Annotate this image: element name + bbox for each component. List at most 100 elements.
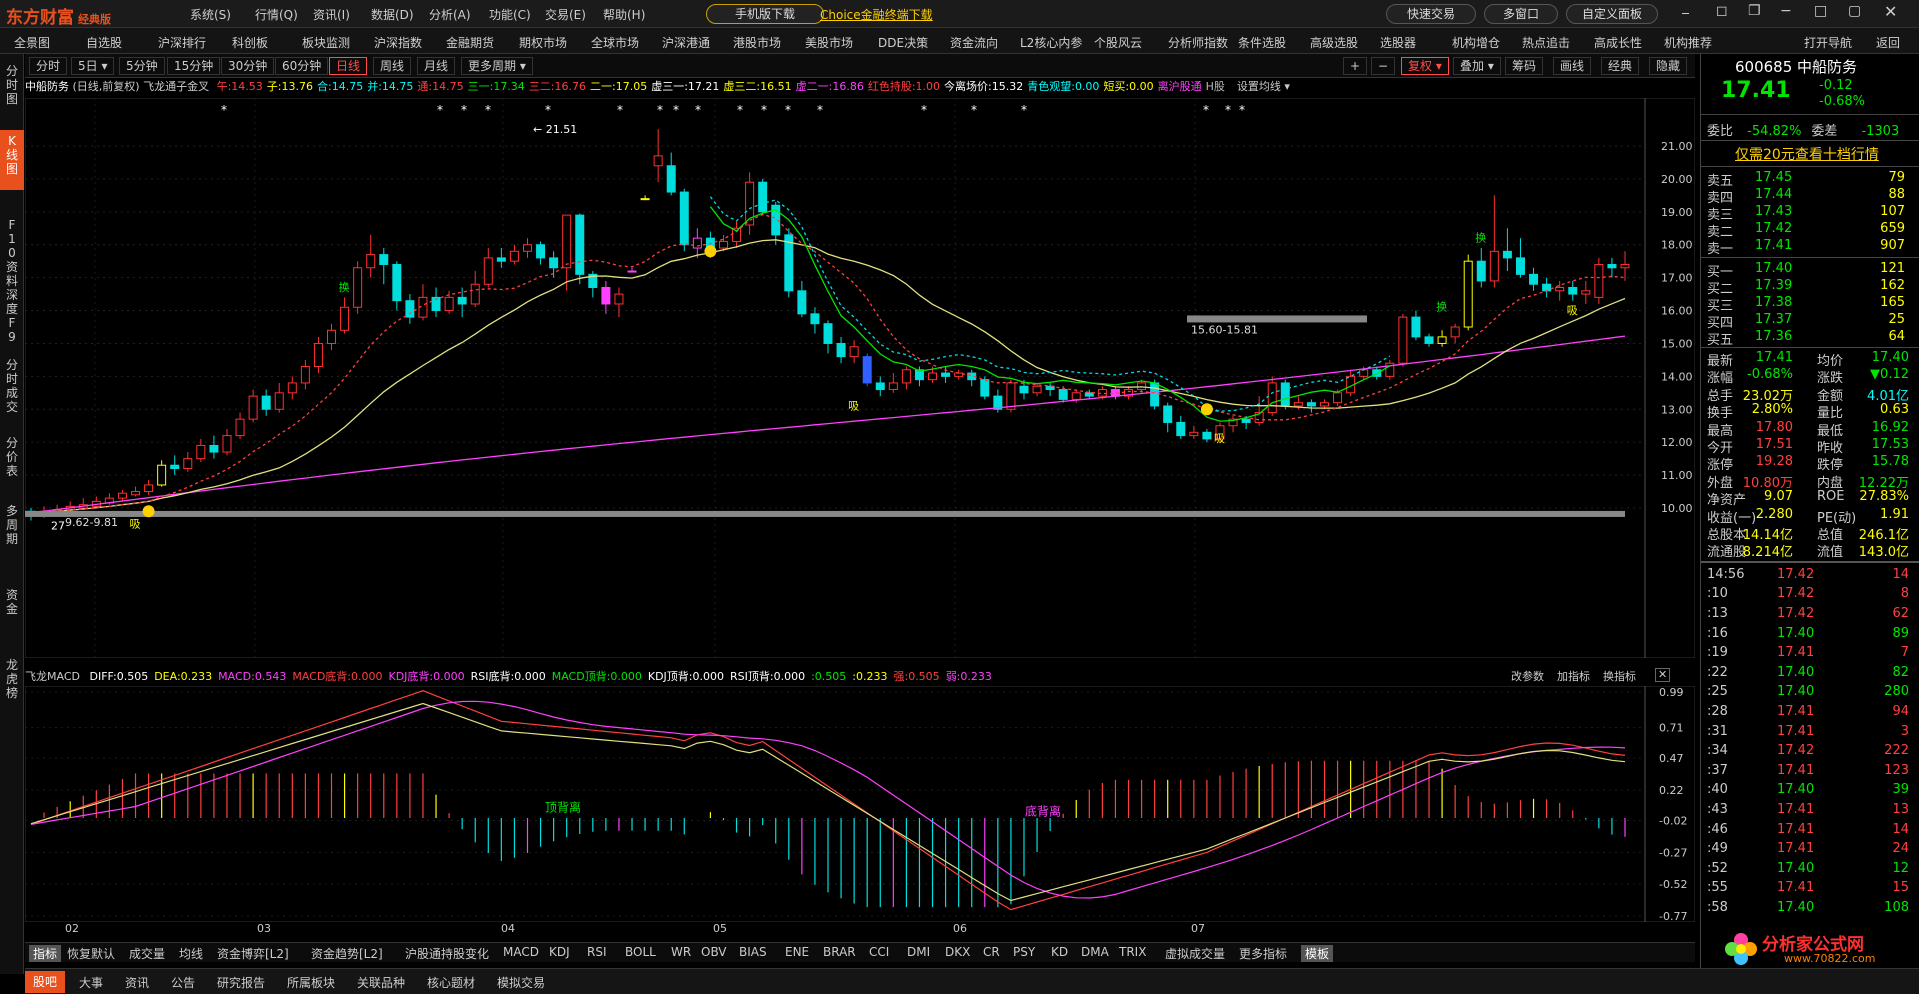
market-nav-2[interactable]: 沪深排行: [158, 34, 206, 51]
menu-2[interactable]: 资讯(I): [313, 6, 350, 23]
menu-3[interactable]: 数据(D): [371, 6, 414, 23]
bottom-tab-4[interactable]: 研究报告: [209, 974, 273, 991]
macd-close-icon[interactable]: ✕: [1655, 668, 1671, 682]
bottom-tab-6[interactable]: 关联品种: [349, 974, 413, 991]
period-6[interactable]: 日线: [329, 57, 368, 75]
market-nav-10[interactable]: 港股市场: [733, 34, 781, 51]
indicator-tab-9[interactable]: RSI: [587, 945, 607, 959]
menu-5[interactable]: 功能(C): [489, 6, 531, 23]
market-nav-25[interactable]: 返回: [1876, 34, 1900, 51]
market-nav-16[interactable]: 分析师指数: [1168, 34, 1228, 51]
market-nav-15[interactable]: 个股风云: [1094, 34, 1142, 51]
macd-action-0[interactable]: 改参数: [1511, 668, 1544, 684]
left-nav-2[interactable]: F10资料: [0, 214, 24, 288]
ma-settings[interactable]: 设置均线 ▾: [1237, 80, 1290, 93]
indicator-tab-6[interactable]: 沪股通持股变化: [405, 945, 489, 962]
toolbar-5[interactable]: 隐藏: [1649, 57, 1688, 75]
indicator-tab-25[interactable]: 更多指标: [1239, 945, 1287, 962]
multi-window-button[interactable]: 多窗口: [1484, 4, 1558, 24]
minus-icon[interactable]: −: [1780, 3, 1792, 19]
custom-layout-button[interactable]: 自定义面板: [1566, 4, 1658, 24]
market-nav-14[interactable]: L2核心内参: [1020, 34, 1082, 51]
indicator-tab-5[interactable]: 资金趋势[L2]: [311, 945, 383, 962]
market-nav-1[interactable]: 自选股: [86, 34, 122, 51]
indicator-tab-12[interactable]: OBV: [701, 945, 727, 959]
indicator-tab-16[interactable]: CCI: [869, 945, 889, 959]
minimize-icon[interactable]: ⎯: [1682, 5, 1689, 21]
indicator-tab-22[interactable]: DMA: [1081, 945, 1109, 959]
market-nav-5[interactable]: 沪深指数: [374, 34, 422, 51]
menu-4[interactable]: 分析(A): [429, 6, 471, 23]
indicator-tab-3[interactable]: 均线: [179, 945, 203, 962]
left-nav-0[interactable]: 分时图: [0, 60, 24, 108]
menu-6[interactable]: 交易(E): [545, 6, 586, 23]
market-nav-3[interactable]: 科创板: [232, 34, 268, 51]
period-2[interactable]: 5分钟: [119, 57, 165, 75]
left-nav-5[interactable]: 分价表: [0, 432, 24, 482]
market-nav-6[interactable]: 金融期货: [446, 34, 494, 51]
period-4[interactable]: 30分钟: [221, 57, 275, 75]
macd-chart[interactable]: 0.99 0.71 0.47 0.22 -0.02 -0.27 -0.52 -0.77 顶背离 底…: [25, 686, 1695, 922]
macd-action-2[interactable]: 换指标: [1603, 668, 1636, 684]
period-3[interactable]: 15分钟: [167, 57, 221, 75]
zoom-out-icon[interactable]: −: [1371, 57, 1396, 75]
grid-icon[interactable]: ▢: [1848, 3, 1861, 19]
indicator-tab-17[interactable]: DMI: [907, 945, 930, 959]
zoom-in-icon[interactable]: +: [1343, 57, 1368, 75]
market-nav-18[interactable]: 高级选股: [1310, 34, 1358, 51]
toolbar-3[interactable]: 画线: [1553, 57, 1592, 75]
toolbar-1[interactable]: 叠加 ▾: [1453, 57, 1501, 75]
market-nav-11[interactable]: 美股市场: [805, 34, 853, 51]
market-nav-8[interactable]: 全球市场: [591, 34, 639, 51]
period-8[interactable]: 月线: [417, 57, 456, 75]
mobile-download-button[interactable]: 手机版下载: [706, 4, 824, 24]
kline-chart[interactable]: 21.00 20.00 19.00 18.00 17.00 16.00 15.00 14.00…: [25, 98, 1695, 658]
indicator-tab-13[interactable]: BIAS: [739, 945, 767, 959]
close-icon[interactable]: ✕: [1884, 2, 1897, 21]
market-nav-13[interactable]: 资金流向: [950, 34, 998, 51]
menu-0[interactable]: 系统(S): [190, 6, 231, 23]
indicator-tab-8[interactable]: KDJ: [549, 945, 570, 959]
indicator-tab-26[interactable]: 模板: [1301, 945, 1334, 962]
restore-icon[interactable]: ◻: [1716, 3, 1728, 19]
period-5[interactable]: 60分钟: [275, 57, 329, 75]
indicator-tab-10[interactable]: BOLL: [625, 945, 656, 959]
left-nav-1[interactable]: K线图: [0, 130, 24, 190]
market-nav-4[interactable]: 板块监测: [302, 34, 350, 51]
maximize-icon[interactable]: ❐: [1748, 3, 1761, 19]
indicator-tab-15[interactable]: BRAR: [823, 945, 856, 959]
period-7[interactable]: 周线: [373, 57, 412, 75]
indicator-tab-19[interactable]: CR: [983, 945, 1000, 959]
toolbar-2[interactable]: 筹码: [1505, 57, 1544, 75]
market-nav-22[interactable]: 高成长性: [1594, 34, 1642, 51]
menu-1[interactable]: 行情(Q): [255, 6, 298, 23]
indicator-tab-11[interactable]: WR: [671, 945, 691, 959]
bottom-tab-8[interactable]: 模拟交易: [489, 974, 553, 991]
market-nav-23[interactable]: 机构推荐: [1664, 34, 1712, 51]
toolbar-4[interactable]: 经典: [1601, 57, 1640, 75]
market-nav-20[interactable]: 机构增仓: [1452, 34, 1500, 51]
market-nav-17[interactable]: 条件选股: [1238, 34, 1286, 51]
indicator-tab-14[interactable]: ENE: [785, 945, 809, 959]
market-nav-0[interactable]: 全景图: [14, 34, 50, 51]
toolbar-0[interactable]: 复权 ▾: [1401, 57, 1449, 75]
indicator-tab-1[interactable]: 恢复默认: [67, 945, 115, 962]
indicator-tab-4[interactable]: 资金博弈[L2]: [217, 945, 289, 962]
indicator-tab-24[interactable]: 虚拟成交量: [1165, 945, 1225, 962]
level2-promo-link[interactable]: 仅需20元查看十档行情: [1735, 144, 1879, 164]
window-icon[interactable]: □: [1814, 3, 1827, 19]
indicator-tab-20[interactable]: PSY: [1013, 945, 1035, 959]
quick-trade-button[interactable]: 快速交易: [1386, 4, 1476, 24]
indicator-tab-21[interactable]: KD: [1051, 945, 1068, 959]
bottom-tab-2[interactable]: 资讯: [117, 974, 157, 991]
menu-7[interactable]: 帮助(H): [603, 6, 645, 23]
market-nav-9[interactable]: 沪深港通: [662, 34, 710, 51]
period-0[interactable]: 分时: [29, 57, 68, 75]
period-9[interactable]: 更多周期 ▾: [461, 57, 533, 75]
indicator-tab-2[interactable]: 成交量: [129, 945, 165, 962]
left-nav-7[interactable]: 资金: [0, 584, 24, 634]
period-1[interactable]: 5日 ▾: [71, 57, 115, 75]
left-nav-6[interactable]: 多周期: [0, 500, 24, 560]
bottom-tab-5[interactable]: 所属板块: [279, 974, 343, 991]
bottom-tab-0[interactable]: 股吧: [25, 971, 66, 993]
